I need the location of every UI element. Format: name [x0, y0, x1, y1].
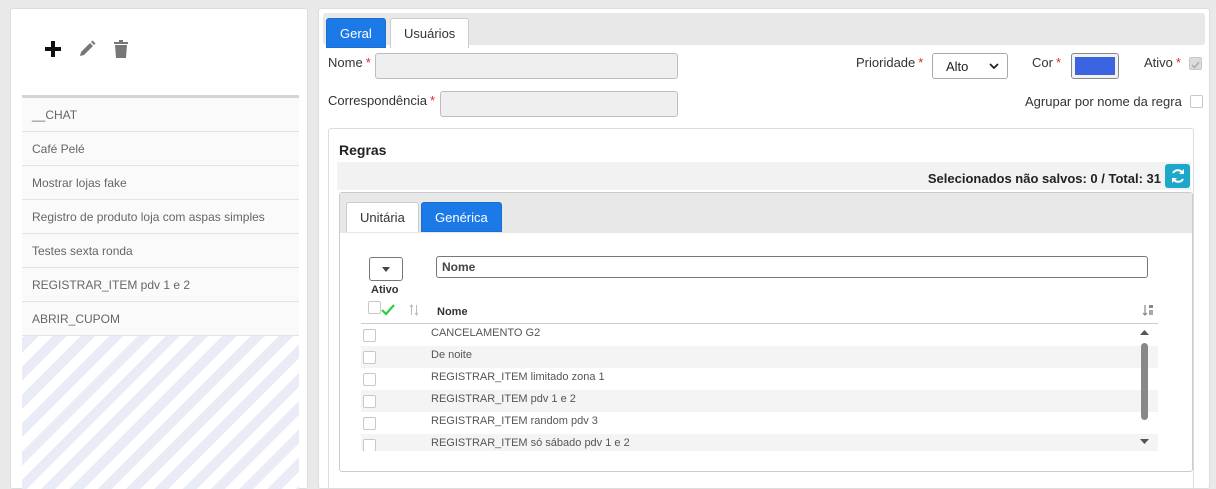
regras-section: Regras Selecionados não salvos: 0 / Tota… [328, 128, 1194, 489]
ativo-filter-dropdown[interactable] [369, 257, 403, 281]
correspondencia-label: Correspondência * [328, 93, 436, 108]
regras-table: Nome CANCELAMENTO G2 De noite REGISTRAR_… [361, 297, 1158, 451]
table-row[interactable]: De noite [361, 346, 1158, 368]
tab-unitaria[interactable]: Unitária [346, 202, 419, 232]
rules-list-panel: __CHAT Café Pelé Mostrar lojas fake Regi… [10, 8, 308, 489]
add-icon[interactable] [43, 39, 63, 59]
chevron-down-icon [989, 63, 999, 70]
rules-list: __CHAT Café Pelé Mostrar lojas fake Regi… [22, 95, 299, 489]
nome-input[interactable] [375, 53, 678, 79]
list-item[interactable]: ABRIR_CUPOM [22, 302, 299, 336]
cor-swatch [1075, 57, 1115, 75]
scrollbar-thumb[interactable] [1141, 343, 1148, 420]
refresh-icon [1171, 169, 1184, 183]
main-tab-bar: Geral Usuários [323, 13, 1205, 48]
scrollbar[interactable] [1138, 324, 1150, 451]
table-body: CANCELAMENTO G2 De noite REGISTRAR_ITEM … [361, 324, 1158, 451]
row-checkbox[interactable] [363, 395, 376, 408]
nome-column-header[interactable]: Nome [437, 306, 468, 318]
list-item[interactable]: Testes sexta ronda [22, 234, 299, 268]
checkmark-icon [381, 304, 395, 316]
regras-status-bar: Selecionados não salvos: 0 / Total: 31 [337, 162, 1191, 190]
row-checkbox[interactable] [363, 439, 376, 451]
cor-label: Cor * [1032, 55, 1062, 70]
table-header: Nome [361, 297, 1158, 324]
nome-label: Nome * [328, 55, 371, 70]
prioridade-label: Prioridade * [856, 55, 924, 70]
ativo-column-label: Ativo [371, 284, 399, 296]
row-checkbox[interactable] [363, 351, 376, 364]
selection-status: Selecionados não salvos: 0 / Total: 31 [927, 171, 1161, 186]
ativo-checkbox[interactable] [1189, 57, 1202, 70]
regras-title: Regras [339, 142, 387, 158]
caret-down-icon [382, 266, 390, 272]
sort-alpha-icon[interactable] [1142, 304, 1154, 316]
list-item[interactable]: Registro de produto loja com aspas simpl… [22, 200, 299, 234]
check-icon [1191, 61, 1200, 69]
list-item[interactable]: REGISTRAR_ITEM pdv 1 e 2 [22, 268, 299, 302]
list-item[interactable]: Café Pelé [22, 132, 299, 166]
list-item[interactable]: __CHAT [22, 98, 299, 132]
tab-generica[interactable]: Genérica [421, 202, 502, 232]
tab-usuarios[interactable]: Usuários [390, 18, 470, 48]
list-toolbar [43, 39, 131, 59]
ativo-label: Ativo * [1144, 55, 1181, 70]
trash-icon[interactable] [111, 39, 131, 59]
table-row[interactable]: REGISTRAR_ITEM random pdv 3 [361, 412, 1158, 434]
scroll-up-icon[interactable] [1140, 330, 1149, 335]
refresh-button[interactable] [1165, 164, 1190, 188]
correspondencia-input[interactable] [440, 91, 678, 117]
cor-picker[interactable] [1071, 53, 1119, 79]
table-row[interactable]: CANCELAMENTO G2 [361, 324, 1158, 346]
nome-filter-input[interactable]: Nome [436, 256, 1148, 278]
regras-inner-panel: Unitária Genérica Nome Ativo Nome CANCEL… [339, 192, 1193, 472]
table-row[interactable]: REGISTRAR_ITEM só sábado pdv 1 e 2 [361, 434, 1158, 451]
sort-icon[interactable] [409, 304, 419, 316]
rule-editor-panel: Geral Usuários Nome * Prioridade * Alto Co… [318, 8, 1210, 489]
list-item[interactable]: Mostrar lojas fake [22, 166, 299, 200]
select-all-checkbox[interactable] [368, 301, 381, 314]
table-row[interactable]: REGISTRAR_ITEM limitado zona 1 [361, 368, 1158, 390]
row-checkbox[interactable] [363, 329, 376, 342]
rule-type-tab-bar: Unitária Genérica [340, 193, 1192, 233]
prioridade-select[interactable]: Alto [932, 53, 1008, 79]
pencil-icon[interactable] [77, 39, 97, 59]
agrupar-label: Agrupar por nome da regra [1025, 94, 1182, 109]
scroll-down-icon[interactable] [1140, 439, 1149, 444]
table-row[interactable]: REGISTRAR_ITEM pdv 1 e 2 [361, 390, 1158, 412]
agrupar-checkbox[interactable] [1190, 95, 1203, 108]
row-checkbox[interactable] [363, 373, 376, 386]
row-checkbox[interactable] [363, 417, 376, 430]
tab-geral[interactable]: Geral [326, 18, 386, 48]
